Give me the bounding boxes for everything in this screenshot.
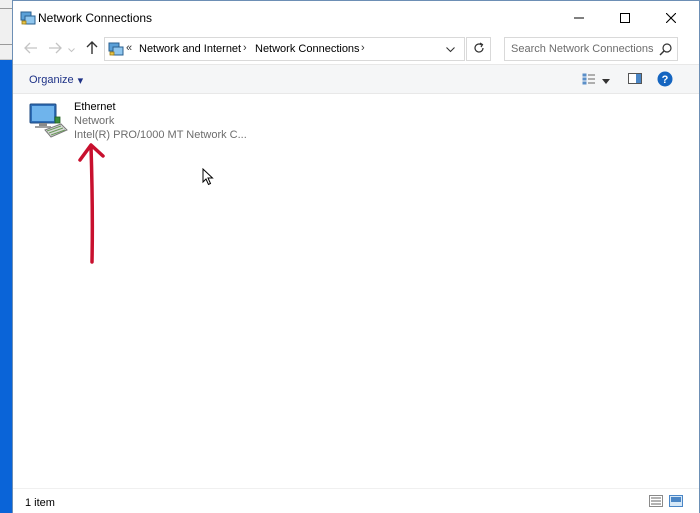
refresh-icon: [473, 41, 485, 57]
change-view-icon: [582, 73, 596, 88]
search-input[interactable]: [505, 38, 655, 60]
background-divider: [0, 44, 12, 45]
breadcrumb-separator[interactable]: ›: [361, 42, 365, 54]
maximize-button[interactable]: [602, 1, 648, 34]
details-view-icon: [649, 494, 663, 510]
list-item-ethernet[interactable]: Ethernet Network Intel(R) PRO/1000 MT Ne…: [25, 98, 247, 144]
ethernet-adapter-icon: [27, 100, 71, 144]
organize-button[interactable]: Organize ▾: [21, 70, 91, 90]
arrow-right-icon: [48, 42, 62, 57]
large-icons-view-icon: [669, 494, 683, 510]
chevron-down-icon: [445, 42, 455, 56]
background-divider: [0, 8, 12, 9]
forward-button[interactable]: [45, 39, 65, 59]
chevron-down-icon: [67, 42, 75, 56]
svg-text:?: ?: [662, 74, 669, 86]
up-button[interactable]: [82, 39, 102, 59]
help-icon: ?: [657, 71, 673, 90]
chevron-down-icon: [602, 73, 610, 87]
title-bar[interactable]: Network Connections: [13, 1, 699, 34]
organize-label: Organize: [29, 74, 74, 86]
arrow-left-icon: [24, 42, 38, 57]
minimize-button[interactable]: [556, 1, 602, 34]
status-bar: 1 item: [13, 488, 699, 513]
overflow-chevron[interactable]: «: [126, 42, 132, 54]
address-history-button[interactable]: [441, 37, 459, 61]
help-button[interactable]: ?: [656, 70, 674, 90]
view-options-dropdown[interactable]: [599, 70, 613, 90]
mouse-cursor-icon: [202, 167, 214, 186]
organize-caret: ▾: [77, 74, 84, 87]
arrow-up-icon: [86, 40, 98, 58]
back-button[interactable]: [21, 39, 41, 59]
navigation-bar: « Network and Internet › Network Connect…: [13, 34, 699, 64]
close-button[interactable]: [648, 1, 694, 34]
recent-locations-button[interactable]: [65, 39, 77, 59]
breadcrumb-network-connections[interactable]: Network Connections: [255, 43, 360, 55]
network-connections-icon: [20, 10, 36, 26]
search-icon[interactable]: [659, 42, 673, 56]
network-connections-icon: [108, 41, 124, 57]
change-view-button[interactable]: [581, 70, 597, 90]
breadcrumb-network-and-internet[interactable]: Network and Internet: [139, 43, 241, 55]
file-list-area[interactable]: Ethernet Network Intel(R) PRO/1000 MT Ne…: [13, 94, 699, 488]
item-name: Ethernet: [74, 101, 116, 113]
explorer-window: Network Connections « Network and Intern…: [12, 0, 700, 513]
address-bar[interactable]: « Network and Internet › Network Connect…: [104, 37, 465, 61]
large-icons-view-button[interactable]: [667, 494, 685, 510]
item-count: 1 item: [25, 497, 55, 509]
command-bar: Organize ▾ ?: [13, 64, 699, 94]
preview-pane-button[interactable]: [626, 70, 644, 90]
window-title: Network Connections: [38, 11, 153, 25]
preview-pane-icon: [628, 73, 642, 87]
breadcrumb-separator[interactable]: ›: [243, 42, 247, 54]
annotation-arrow: [78, 143, 105, 264]
search-box[interactable]: [504, 37, 678, 61]
refresh-button[interactable]: [466, 37, 491, 61]
item-status: Network: [74, 115, 115, 127]
details-view-button[interactable]: [647, 494, 665, 510]
